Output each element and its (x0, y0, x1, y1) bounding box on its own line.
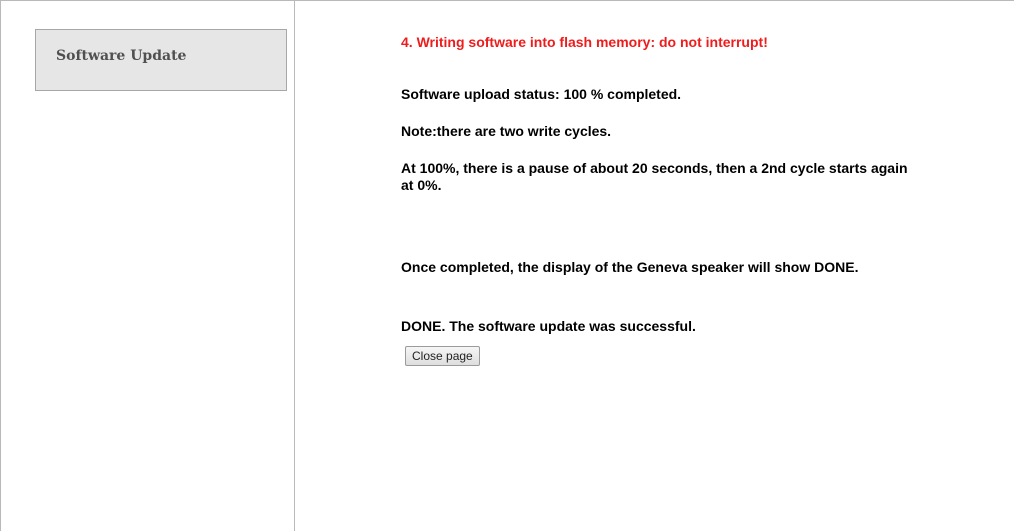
warning-message: 4. Writing software into flash memory: d… (401, 34, 768, 50)
sidebar-item-software-update[interactable]: Software Update (35, 29, 287, 91)
sidebar: Software Update (1, 1, 295, 531)
completion-info: Once completed, the display of the Genev… (401, 259, 859, 275)
done-message: DONE. The software update was successful… (401, 318, 696, 334)
upload-status: Software upload status: 100 % completed. (401, 86, 682, 102)
close-page-button[interactable]: Close page (405, 346, 480, 366)
page: Software Update 4. Writing software into… (0, 0, 1014, 531)
pause-info: At 100%, there is a pause of about 20 se… (401, 160, 908, 193)
sidebar-item-label: Software Update (56, 48, 187, 64)
write-cycles-note: Note:there are two write cycles. (401, 123, 612, 139)
